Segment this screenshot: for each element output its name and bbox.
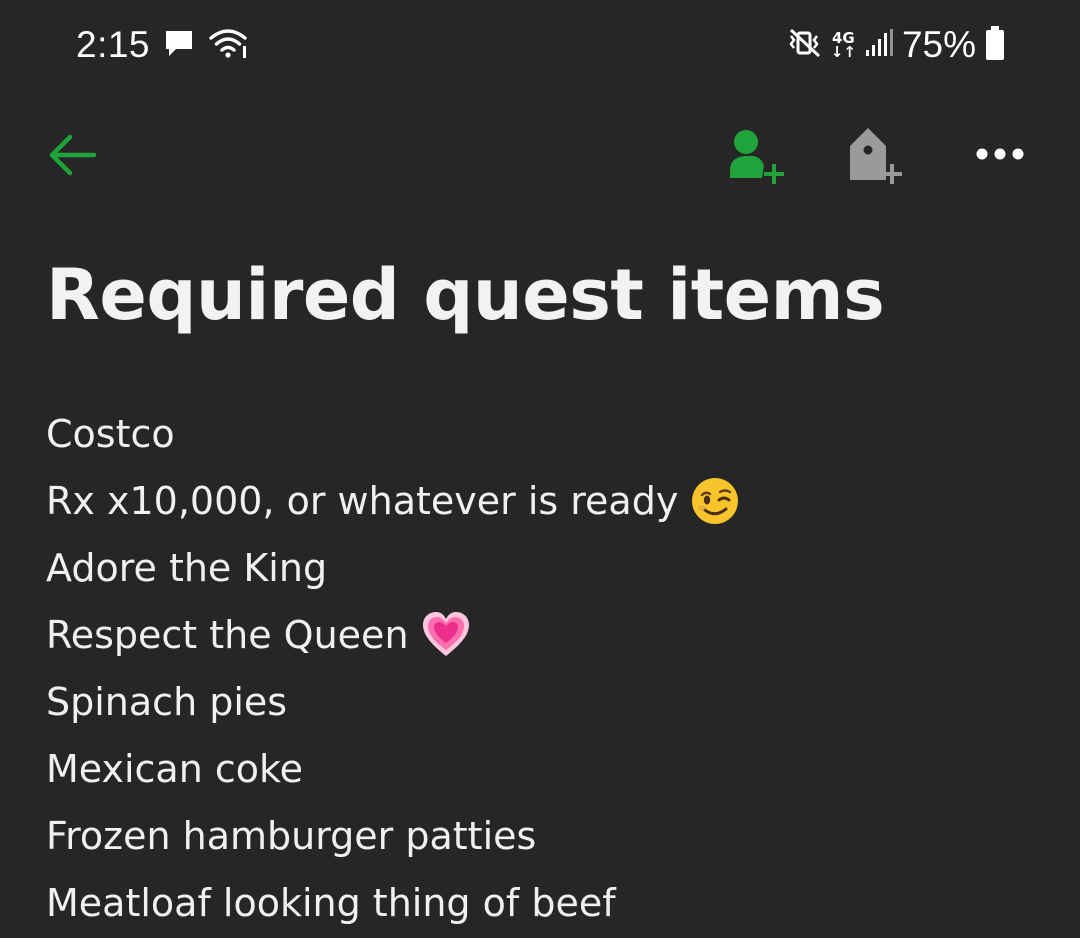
add-person-icon — [730, 130, 784, 184]
status-bar: 2:15 4G ↓↑ 75% — [0, 0, 1080, 90]
note-title[interactable]: Required quest items — [46, 254, 885, 336]
note-line[interactable]: Respect the Queen — [46, 601, 1046, 668]
network-type-label: 4G ↓↑ — [830, 31, 856, 61]
note-line-text: Adore the King — [46, 545, 328, 590]
mute-vibrate-icon — [787, 26, 823, 64]
note-line[interactable]: Costco — [46, 400, 1046, 467]
add-person-button[interactable] — [722, 122, 792, 188]
note-line[interactable]: Meatloaf looking thing of beef — [46, 869, 1046, 936]
status-right: 4G ↓↑ 75% — [787, 22, 1006, 68]
note-line[interactable]: Rx x10,000, or whatever is ready — [46, 467, 1046, 534]
add-tag-button[interactable] — [842, 122, 912, 188]
status-left: 2:15 — [76, 22, 248, 68]
note-line-text: Spinach pies — [46, 679, 288, 724]
network-arrows: ↓↑ — [830, 43, 856, 61]
note-line[interactable]: Mexican coke — [46, 735, 1046, 802]
winking-face-emoji-icon — [692, 477, 739, 524]
note-line[interactable]: Adore the King — [46, 534, 1046, 601]
note-toolbar — [0, 110, 1080, 200]
growing-heart-emoji-icon — [422, 611, 469, 656]
back-button[interactable] — [42, 130, 102, 180]
signal-icon — [864, 28, 894, 62]
note-line-text: Mexican coke — [46, 746, 304, 791]
add-tag-icon — [850, 128, 902, 184]
note-line-text: Rx x10,000, or whatever is ready — [46, 478, 679, 523]
note-line[interactable]: Frozen hamburger patties — [46, 802, 1046, 869]
message-icon — [162, 26, 196, 64]
note-line-text: Costco — [46, 411, 175, 456]
more-options-icon — [976, 148, 1024, 160]
note-line-text: Respect the Queen — [46, 612, 409, 657]
battery-icon — [984, 25, 1006, 65]
status-time: 2:15 — [76, 24, 151, 65]
note-line[interactable]: Spinach pies — [46, 668, 1046, 735]
wifi-icon — [208, 26, 248, 64]
back-arrow-icon — [49, 134, 97, 176]
battery-percent: 75% — [901, 24, 976, 65]
note-line-text: Meatloaf looking thing of beef — [46, 880, 616, 925]
more-options-button[interactable] — [968, 134, 1032, 174]
note-body[interactable]: Costco Rx x10,000, or whatever is ready … — [46, 400, 1046, 936]
note-line-text: Frozen hamburger patties — [46, 813, 537, 858]
